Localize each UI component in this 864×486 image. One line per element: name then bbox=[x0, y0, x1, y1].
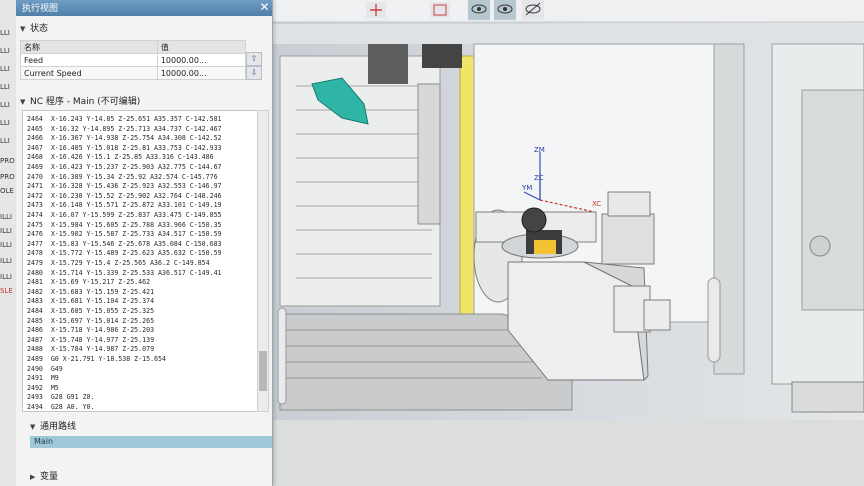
code-line: 2490 G49 bbox=[27, 364, 63, 373]
code-line: 2469 X-16.423 Y-15.237 Z-25.903 A32.775 … bbox=[27, 163, 222, 171]
axis-label-zc: ZC bbox=[534, 174, 544, 182]
variables-section-label: 变量 bbox=[40, 472, 59, 482]
channel-section-label: 通用路线 bbox=[40, 422, 77, 432]
nc-program-section-header[interactable]: ▼ NC 程序 - Main (不可编辑) bbox=[20, 95, 140, 109]
code-line: 2479 X-15.729 Y-15.4 Z-25.565 A36.2 C-14… bbox=[27, 259, 210, 267]
machine-3d-viewport[interactable]: ZM ZC YM XC bbox=[272, 0, 864, 486]
code-line: 2466 X-16.367 Y-14.938 Z-25.754 A34.308 … bbox=[27, 134, 222, 143]
view-icon[interactable] bbox=[468, 0, 490, 20]
strip-item: ILLI bbox=[0, 241, 12, 249]
variables-section-header[interactable]: ▶ 变量 bbox=[30, 470, 58, 484]
strip-item: LLI bbox=[0, 47, 10, 55]
column-header-name: 名称 bbox=[20, 40, 158, 54]
code-line: 2465 X-16.32 Y-14.895 Z-25.713 A34.737 C… bbox=[27, 124, 222, 133]
column-header-value: 值 bbox=[156, 40, 247, 54]
hide-icon[interactable] bbox=[522, 0, 544, 20]
collapse-icon: ▼ bbox=[30, 423, 36, 431]
machine-scene: ZM ZC YM XC bbox=[272, 0, 864, 486]
close-button[interactable]: ✕ bbox=[258, 1, 271, 14]
code-line: 2483 X-15.681 Y-15.104 Z-25.374 bbox=[27, 297, 155, 306]
strip-item: ILLI bbox=[0, 273, 12, 281]
status-section-label: 状态 bbox=[30, 24, 49, 34]
code-line: 2472 X-16.238 Y-15.52 Z-25.902 A32.764 C… bbox=[27, 191, 222, 200]
code-line: 2478 X-15.772 Y-15.489 Z-25.623 A35.632 … bbox=[27, 249, 222, 258]
code-line: 2474 X-16.07 Y-15.599 Z-25.837 A33.475 C… bbox=[27, 211, 222, 219]
strip-item: PRO bbox=[0, 157, 15, 165]
panel-titlebar[interactable]: 执行视图 ✕ bbox=[16, 0, 272, 16]
code-line: 2485 X-15.697 Y-15.014 Z-25.265 bbox=[27, 316, 155, 325]
code-line: 2482 X-15.683 Y-15.159 Z-25.421 bbox=[27, 287, 155, 296]
code-line: 2475 X-15.984 Y-15.605 Z-25.788 A33.966 … bbox=[27, 220, 222, 229]
strip-item: PRO bbox=[0, 173, 15, 181]
expand-icon: ▶ bbox=[30, 473, 36, 481]
increase-speed-button[interactable]: ⇧ bbox=[246, 52, 262, 66]
code-line: 2476 X-15.902 Y-15.587 Z-25.733 A34.517 … bbox=[27, 230, 222, 239]
strip-item: LLI bbox=[0, 83, 10, 91]
axis-label-xc: XC bbox=[592, 200, 601, 208]
strip-item: LLI bbox=[0, 101, 10, 109]
axis-label-ym: YM bbox=[521, 184, 532, 192]
execution-view-panel: 执行视图 ✕ ▼ 状态 名称 值 Feed 10000.00... Current… bbox=[16, 0, 273, 486]
code-line: 2481 X-15.69 Y-15.217 Z-25.462 bbox=[27, 278, 151, 287]
code-line: 2489 G0 X-21.791 Y-18.538 Z-15.654 bbox=[27, 355, 166, 363]
strip-item: SLE bbox=[0, 287, 13, 295]
table-row: Feed 10000.00... bbox=[20, 53, 247, 67]
row-value: 10000.00... bbox=[156, 66, 247, 80]
strip-item: LLI bbox=[0, 119, 10, 127]
strip-item: LLI bbox=[0, 65, 10, 73]
panel-title: 执行视图 bbox=[22, 4, 59, 14]
view-icon[interactable] bbox=[494, 0, 516, 20]
channel-section-header[interactable]: ▼ 通用路线 bbox=[30, 420, 76, 434]
scrollbar-thumb[interactable] bbox=[259, 351, 267, 391]
background-app-strip: LLI LLI LLI LLI LLI LLI LLI PRO PRO OLE … bbox=[0, 0, 17, 486]
code-line: 2487 X-15.748 Y-14.977 Z-25.139 bbox=[27, 335, 155, 344]
code-line: 2492 M5 bbox=[27, 383, 59, 392]
code-line: 2493 G28 G91 Z0. bbox=[27, 393, 95, 402]
strip-item: LLI bbox=[0, 29, 10, 37]
code-line: 2473 X-16.148 Y-15.571 Z-25.872 A33.101 … bbox=[27, 201, 222, 210]
table-row: Current Speed 10000.00... bbox=[20, 66, 247, 80]
strip-item: LLI bbox=[0, 137, 10, 145]
code-line: 2471 X-16.328 Y-15.436 Z-25.923 A32.553 … bbox=[27, 182, 222, 191]
strip-item: OLE bbox=[0, 187, 14, 195]
code-line: 2477 X-15.83 Y-15.546 Z-25.678 A35.084 C… bbox=[27, 239, 222, 248]
nc-program-section-label: NC 程序 - Main (不可编辑) bbox=[30, 97, 141, 107]
status-table: 名称 值 Feed 10000.00... Current Speed 1000… bbox=[20, 40, 247, 80]
collapse-icon: ▼ bbox=[20, 25, 26, 33]
row-name: Current Speed bbox=[20, 66, 158, 80]
decrease-speed-button[interactable]: ⇩ bbox=[246, 66, 262, 80]
nc-code-view[interactable]: 2464 X-16.243 Y-14.85 Z-25.651 A35.357 C… bbox=[22, 110, 260, 412]
code-line: 2484 X-15.685 Y-15.055 Z-25.325 bbox=[27, 307, 155, 315]
collapse-icon: ▼ bbox=[20, 98, 26, 106]
code-line: 2494 G28 A0. Y0. bbox=[27, 403, 95, 411]
fit-icon[interactable] bbox=[430, 2, 450, 18]
code-line: 2467 X-16.405 Y-15.018 Z-25.81 A33.753 C… bbox=[27, 143, 222, 152]
code-line: 2470 X-16.389 Y-15.34 Z-25.92 A32.574 C-… bbox=[27, 172, 218, 181]
code-line: 2468 X-16.426 Y-15.1 Z-25.85 A33.316 C-1… bbox=[27, 153, 214, 162]
code-line: 2491 M9 bbox=[27, 374, 59, 383]
code-line: 2480 X-15.714 Y-15.339 Z-25.533 A36.517 … bbox=[27, 268, 222, 277]
axis-label-zm: ZM bbox=[534, 146, 545, 154]
code-line: 2488 X-15.784 Y-14.987 Z-25.079 bbox=[27, 345, 155, 354]
code-line: 2486 X-15.718 Y-14.986 Z-25.203 bbox=[27, 326, 155, 335]
strip-item: ILLI bbox=[0, 213, 12, 221]
row-name: Feed bbox=[20, 53, 158, 67]
code-scrollbar[interactable] bbox=[257, 110, 269, 412]
code-line: 2464 X-16.243 Y-14.85 Z-25.651 A35.357 C… bbox=[27, 115, 222, 123]
strip-item: ILLI bbox=[0, 227, 12, 235]
status-section-header[interactable]: ▼ 状态 bbox=[20, 22, 48, 36]
strip-item: ILLI bbox=[0, 257, 12, 265]
row-value: 10000.00... bbox=[156, 53, 247, 67]
channel-item-main[interactable]: Main bbox=[30, 436, 272, 448]
move-icon[interactable] bbox=[366, 2, 386, 18]
